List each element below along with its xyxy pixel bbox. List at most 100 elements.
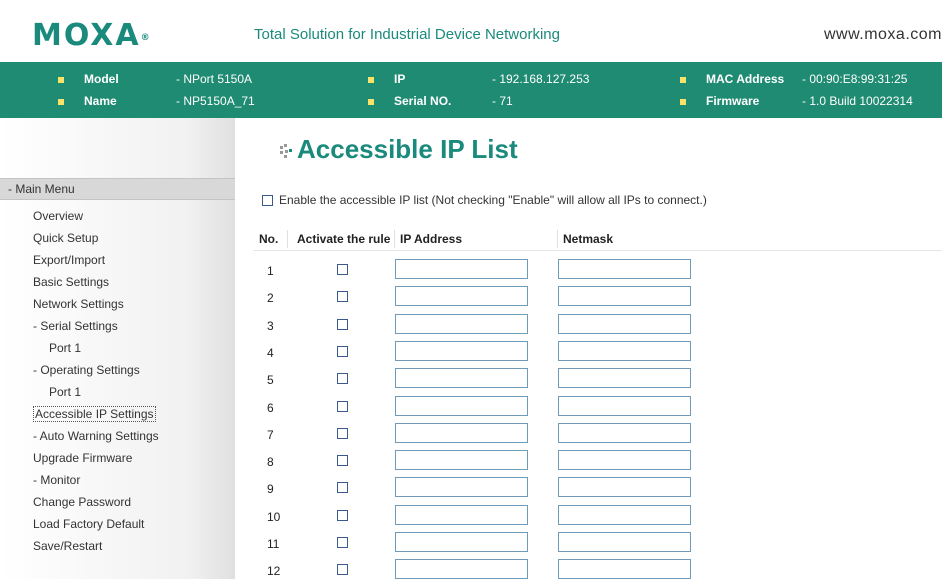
title-dots-icon <box>280 144 294 159</box>
netmask-input[interactable] <box>558 368 691 389</box>
col-netmask: Netmask <box>563 232 614 246</box>
ip-address-input[interactable] <box>395 259 528 279</box>
col-activate: Activate the rule <box>297 232 391 246</box>
menu-item-change-password[interactable]: Change Password <box>0 491 235 513</box>
netmask-input[interactable] <box>558 450 691 471</box>
main-menu: - Main Menu Overview Quick Setup Export/… <box>0 178 235 557</box>
bullet-icon <box>680 98 686 105</box>
ip-address-input[interactable] <box>395 395 528 416</box>
activate-rule-checkbox[interactable] <box>337 318 348 330</box>
website-link[interactable]: www.moxa.com <box>824 26 942 44</box>
menu-item-serial-settings[interactable]: - Serial Settings <box>0 315 235 337</box>
info-model: Model - NPort 5150A <box>58 70 252 88</box>
row-number: 4 <box>267 345 274 360</box>
activate-rule-checkbox[interactable] <box>337 427 348 439</box>
activate-rule-checkbox[interactable] <box>337 537 348 548</box>
menu-item-basic-settings[interactable]: Basic Settings <box>0 271 235 293</box>
moxa-logo: MOXA® <box>32 18 150 53</box>
ip-address-input[interactable] <box>395 286 528 307</box>
activate-rule-checkbox[interactable] <box>337 291 348 303</box>
row-number: 10 <box>267 509 281 524</box>
ip-address-input[interactable] <box>395 340 528 361</box>
info-name: Name - NP5150A_71 <box>58 92 255 110</box>
ip-address-input[interactable] <box>395 532 528 552</box>
menu-item-operating-port1[interactable]: Port 1 <box>0 381 235 403</box>
bullet-icon <box>680 76 686 83</box>
tagline: Total Solution for Industrial Device Net… <box>254 26 560 43</box>
table-row: 8 <box>253 450 942 472</box>
bullet-icon <box>368 76 374 83</box>
enable-accessible-ip-option: Enable the accessible IP list (Not check… <box>262 193 707 207</box>
table-row: 1 <box>253 259 942 281</box>
row-number: 7 <box>267 427 274 442</box>
enable-checkbox[interactable] <box>262 195 273 207</box>
menu-item-overview[interactable]: Overview <box>0 205 235 227</box>
netmask-input[interactable] <box>558 477 691 498</box>
col-no: No. <box>259 232 279 246</box>
table-row: 6 <box>253 395 942 418</box>
table-row: 10 <box>253 504 942 527</box>
activate-rule-checkbox[interactable] <box>337 400 348 412</box>
menu-item-export-import[interactable]: Export/Import <box>0 249 235 271</box>
ip-address-input[interactable] <box>395 504 528 525</box>
bullet-icon <box>368 98 374 105</box>
netmask-input[interactable] <box>558 259 691 279</box>
activate-rule-checkbox[interactable] <box>337 345 348 357</box>
col-ip-address: IP Address <box>400 232 463 246</box>
device-info-bar: Model - NPort 5150A Name - NP5150A_71 IP… <box>0 62 942 118</box>
menu-item-serial-port1[interactable]: Port 1 <box>0 337 235 359</box>
enable-label: Enable the accessible IP list (Not check… <box>279 193 707 207</box>
row-number: 2 <box>267 291 274 306</box>
ip-address-input[interactable] <box>395 313 528 334</box>
netmask-input[interactable] <box>558 286 691 307</box>
info-firmware: Firmware - 1.0 Build 10022314 <box>680 92 913 110</box>
activate-rule-checkbox[interactable] <box>337 509 348 521</box>
menu-item-accessible-ip-settings[interactable]: Accessible IP Settings <box>0 403 235 425</box>
netmask-input[interactable] <box>558 422 691 443</box>
row-number: 11 <box>267 537 280 551</box>
table-row: 3 <box>253 313 942 336</box>
menu-item-save-restart[interactable]: Save/Restart <box>0 535 235 557</box>
netmask-input[interactable] <box>558 340 691 361</box>
bullet-icon <box>58 76 64 83</box>
netmask-input[interactable] <box>558 313 691 334</box>
menu-item-network-settings[interactable]: Network Settings <box>0 293 235 315</box>
ip-address-input[interactable] <box>395 450 528 471</box>
table-row: 12 <box>253 559 942 581</box>
row-number: 12 <box>267 564 281 579</box>
menu-item-auto-warning-settings[interactable]: - Auto Warning Settings <box>0 425 235 447</box>
menu-item-monitor[interactable]: - Monitor <box>0 469 235 491</box>
netmask-input[interactable] <box>558 559 691 580</box>
table-row: 2 <box>253 286 942 308</box>
activate-rule-checkbox[interactable] <box>337 455 348 467</box>
menu-item-upgrade-firmware[interactable]: Upgrade Firmware <box>0 447 235 469</box>
menu-item-quick-setup[interactable]: Quick Setup <box>0 227 235 249</box>
row-number: 3 <box>267 318 274 333</box>
top-header: MOXA® Total Solution for Industrial Devi… <box>0 0 942 62</box>
info-serial: Serial NO. - 71 <box>368 92 513 110</box>
netmask-input[interactable] <box>558 504 691 525</box>
netmask-input[interactable] <box>558 395 691 416</box>
activate-rule-checkbox[interactable] <box>337 564 348 576</box>
table-row: 9 <box>253 477 942 499</box>
ip-address-input[interactable] <box>395 559 528 580</box>
ip-address-input[interactable] <box>395 477 528 498</box>
activate-rule-checkbox[interactable] <box>337 264 348 275</box>
menu-item-load-factory-default[interactable]: Load Factory Default <box>0 513 235 535</box>
ip-address-input[interactable] <box>395 368 528 389</box>
table-row: 4 <box>253 340 942 363</box>
main-menu-header[interactable]: - Main Menu <box>0 178 235 200</box>
row-number: 1 <box>267 264 274 278</box>
ip-address-input[interactable] <box>395 422 528 443</box>
menu-item-operating-settings[interactable]: - Operating Settings <box>0 359 235 381</box>
table-row: 7 <box>253 422 942 445</box>
netmask-input[interactable] <box>558 532 691 552</box>
bullet-icon <box>58 98 64 105</box>
page-title: Accessible IP List <box>280 134 518 165</box>
row-number: 6 <box>267 400 274 415</box>
table-row: 11 <box>253 532 942 554</box>
row-number: 8 <box>267 455 274 470</box>
activate-rule-checkbox[interactable] <box>337 482 348 494</box>
activate-rule-checkbox[interactable] <box>337 373 348 385</box>
info-mac: MAC Address - 00:90:E8:99:31:25 <box>680 70 907 88</box>
